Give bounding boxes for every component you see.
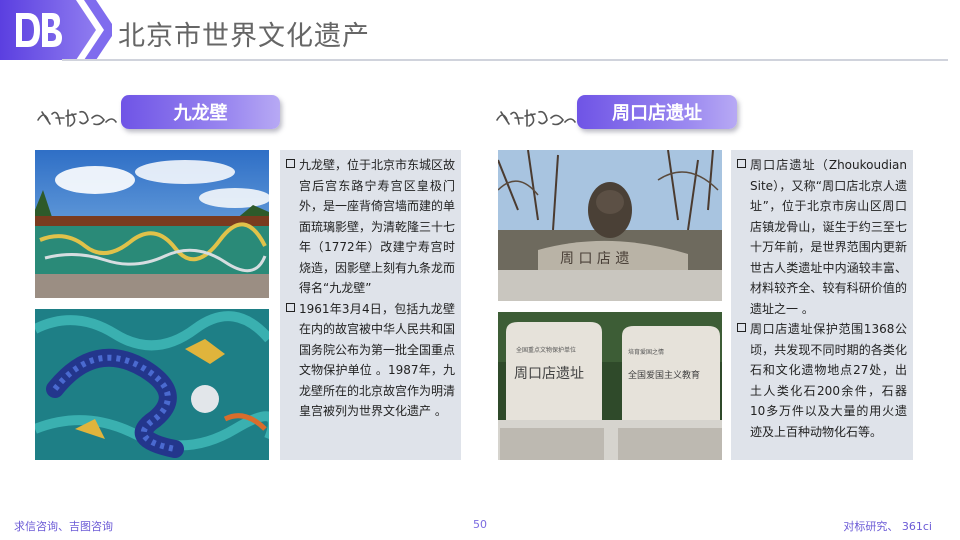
section-title-pill: 周口店遗址: [577, 95, 737, 129]
dragon-relief-closeup-photo: [35, 309, 269, 460]
svg-text:周口店遗址: 周口店遗址: [514, 366, 584, 382]
svg-text:全国爱国主义教育: 全国爱国主义教育: [628, 369, 700, 381]
square-bullet-icon: [286, 159, 295, 168]
section-text-box: 九龙壁，位于北京市东城区故宫后宫东路宁寿宫区皇极门外，是一座背倚宫墙而建的单面琉…: [280, 150, 461, 460]
culture-heritage-calligraphy-icon: [493, 100, 577, 130]
svg-text:培育爱国之情: 培育爱国之情: [628, 348, 664, 356]
square-bullet-icon: [737, 323, 746, 332]
culture-heritage-calligraphy-icon: [34, 100, 118, 130]
svg-text:全国重点文物保护单位: 全国重点文物保护单位: [516, 346, 576, 354]
paragraph: 周口店遗址（Zhoukoudian Site），又称“周口店北京人遗址”，位于北…: [737, 155, 907, 319]
square-bullet-icon: [737, 159, 746, 168]
paragraph: 九龙壁，位于北京市东城区故宫后宫东路宁寿宫区皇极门外，是一座背倚宫墙而建的单面琉…: [286, 155, 455, 299]
peking-man-statue-photo: 周 口 店 遗: [498, 150, 722, 301]
header-divider: [62, 59, 948, 61]
section-title-pill: 九龙壁: [121, 95, 280, 129]
nine-dragon-wall-photo: [35, 150, 269, 298]
page-number: 50: [473, 518, 487, 531]
section-title: 九龙壁: [173, 103, 228, 124]
footer-source-left: 求信咨询、吉图咨询: [14, 520, 113, 533]
paragraph: 1961年3月4日，包括九龙壁在内的故宫被中华人民共和国国务院公布为第一批全国重…: [286, 299, 455, 422]
zhoukoudian-stele-photo: 全国重点文物保护单位 周口店遗址 培育爱国之情 全国爱国主义教育: [498, 312, 722, 460]
slide-header: 北京市世界文化遗产: [0, 0, 960, 62]
svg-text:周 口 店 遗: 周 口 店 遗: [560, 251, 629, 267]
square-bullet-icon: [286, 302, 295, 312]
brand-logo: [0, 0, 116, 60]
section-text-box: 周口店遗址（Zhoukoudian Site），又称“周口店北京人遗址”，位于北…: [731, 150, 913, 460]
paragraph: 周口店遗址保护范围1368公顷，共发现不同时期的各类化石和文化遗物地点27处，出…: [737, 319, 907, 442]
page-title: 北京市世界文化遗产: [118, 21, 370, 52]
section-title: 周口店遗址: [612, 103, 702, 124]
footer-source-right: 对标研究、 361ci: [843, 520, 932, 533]
